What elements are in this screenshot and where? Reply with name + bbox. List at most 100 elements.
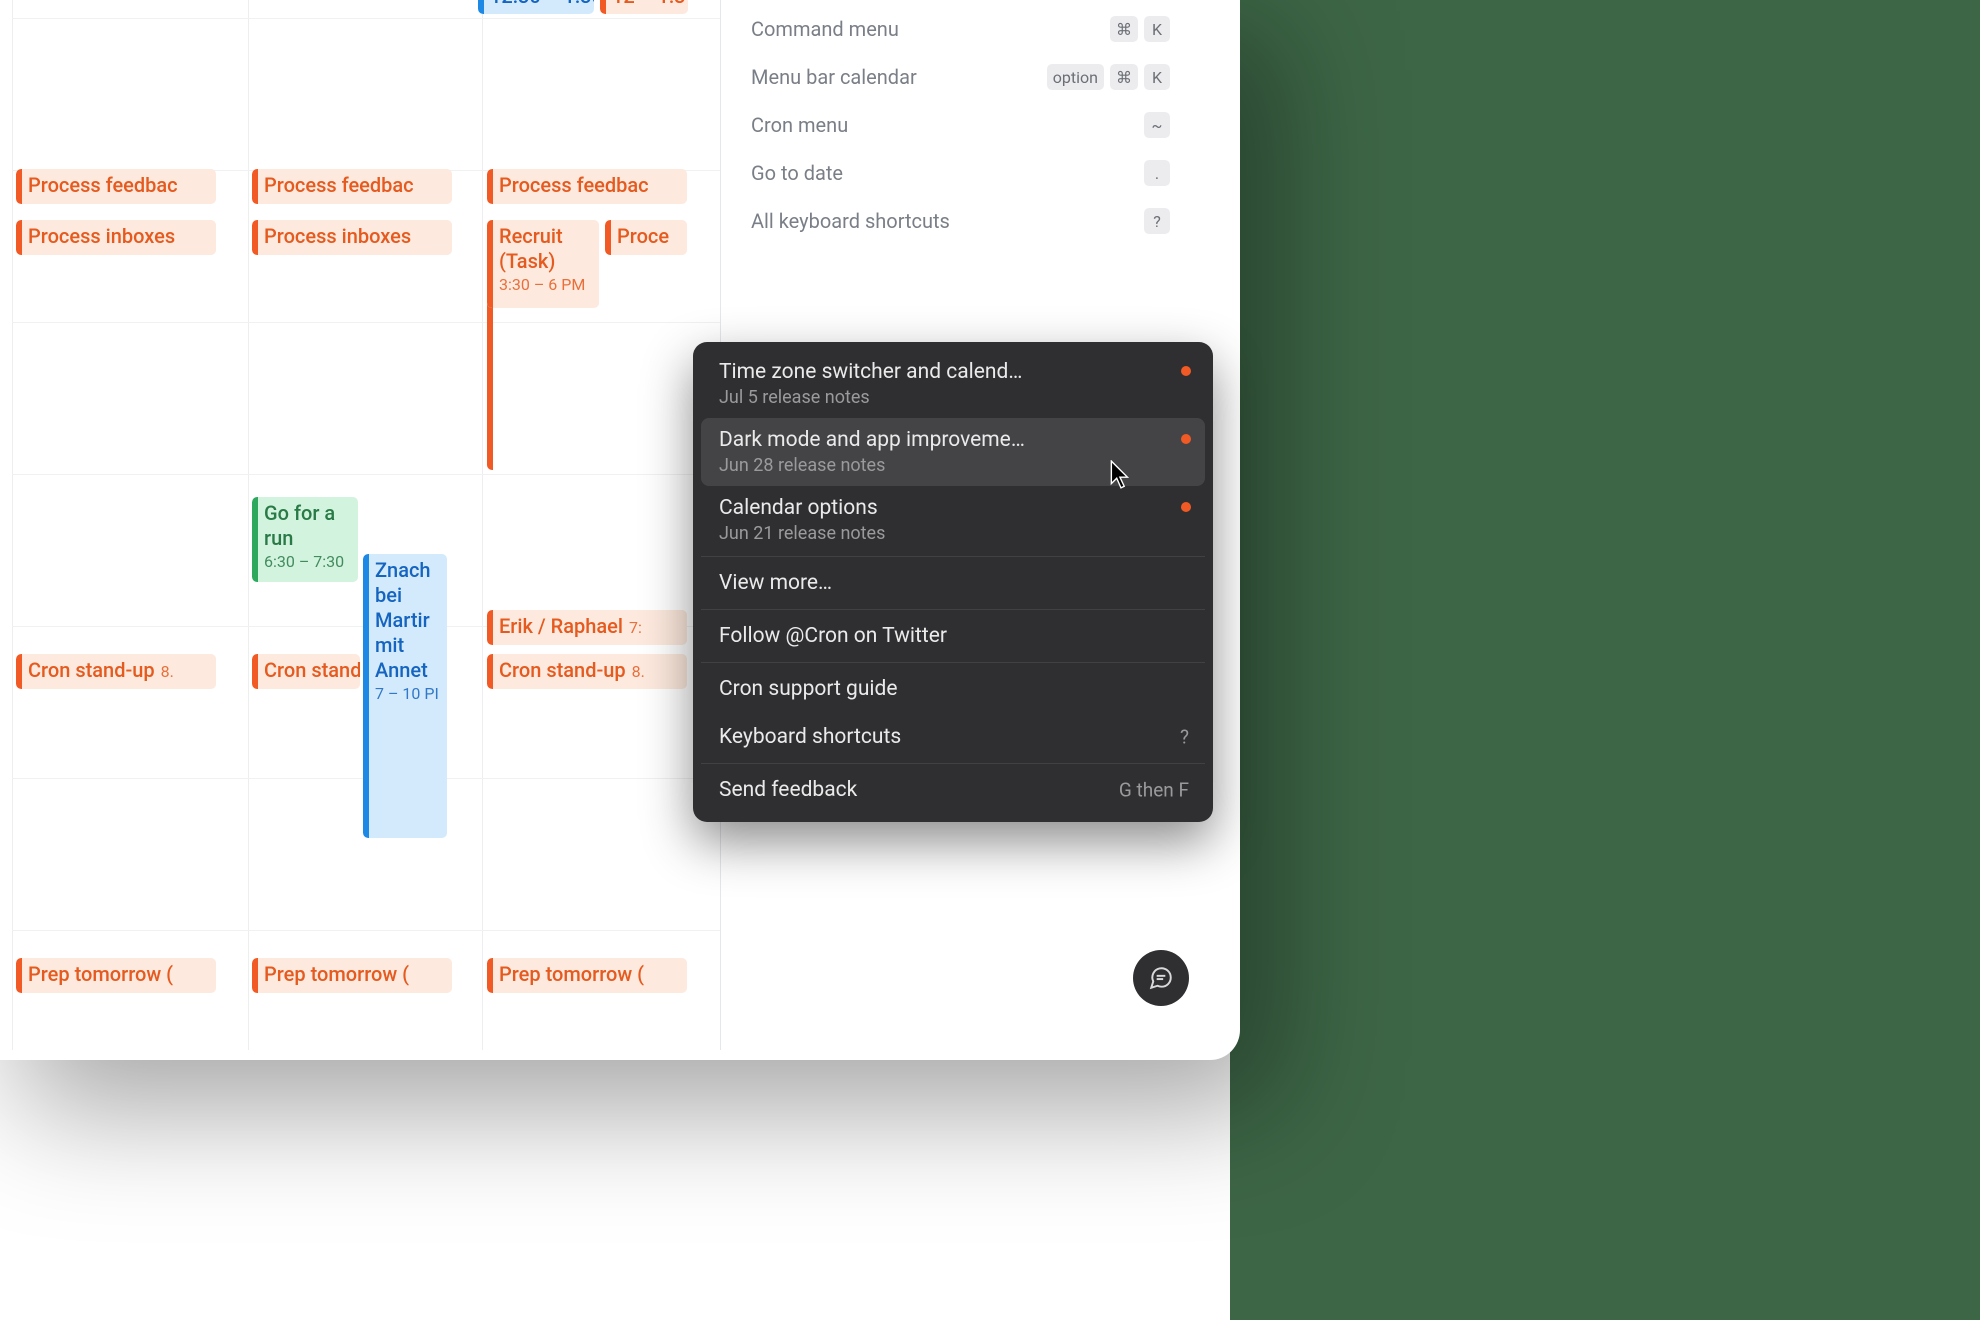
calendar-event[interactable]: Cron stand- — [252, 654, 360, 689]
link-label: Keyboard shortcuts — [719, 725, 1187, 749]
chat-icon — [1148, 965, 1174, 991]
calendar-event[interactable]: Process feedbac — [252, 169, 452, 204]
calendar-area: 12:30 – 1:30 12 – 1:3 Process feedbac Pro… — [0, 0, 720, 1050]
shortcut-row[interactable]: All keyboard shortcuts? — [751, 197, 1170, 245]
calendar-event[interactable]: Process inboxes — [252, 220, 452, 255]
event-accent — [363, 554, 369, 838]
release-title: Dark mode and app improveme… — [719, 428, 1165, 452]
event-title: Znach bei Martir mit Annet — [375, 558, 439, 683]
release-subtitle: Jun 28 release notes — [719, 455, 1165, 476]
key: ? — [1144, 208, 1170, 234]
event-title: 12 – 1:3 — [612, 0, 686, 8]
shortcut-keys: ⌘K — [1110, 16, 1170, 42]
event-accent — [252, 654, 258, 689]
calendar-event[interactable]: Prep tomorrow ( — [16, 958, 216, 993]
release-note-item[interactable]: Time zone switcher and calend… Jul 5 rele… — [701, 350, 1205, 418]
shortcut-row[interactable]: Command menu⌘K — [751, 5, 1170, 53]
calendar-event[interactable]: Proce — [605, 220, 687, 255]
event-title: Cron stand-up — [28, 658, 155, 682]
shortcut-keys: option⌘K — [1047, 64, 1170, 90]
calendar-event[interactable]: Process inboxes — [16, 220, 216, 255]
release-notes-group: Time zone switcher and calend… Jul 5 rele… — [701, 350, 1205, 554]
event-accent — [487, 169, 493, 204]
event-title: Process feedbac — [499, 173, 649, 197]
event-title: Recruit (Task) — [499, 224, 591, 274]
release-subtitle: Jun 21 release notes — [719, 523, 1165, 544]
cursor-icon — [1110, 460, 1132, 490]
event-title: Prep tomorrow ( — [499, 962, 644, 986]
shortcut-keys: . — [1144, 160, 1170, 186]
hour-line — [12, 930, 720, 931]
shortcut-row[interactable]: Cron menu~ — [751, 101, 1170, 149]
event-accent — [487, 654, 493, 689]
link-hint: ? — [1180, 726, 1189, 749]
calendar-event[interactable]: Erik / Raphael7: — [487, 610, 687, 645]
event-title: Process inboxes — [28, 224, 175, 248]
chat-fab[interactable] — [1133, 950, 1189, 1006]
calendar-event[interactable]: Znach bei Martir mit Annet7 – 10 PI — [363, 554, 447, 838]
event-accent — [478, 0, 484, 14]
shortcut-label: Menu bar calendar — [751, 65, 1047, 89]
event-title: Process feedbac — [264, 173, 414, 197]
shortcut-row[interactable]: Menu bar calendaroption⌘K — [751, 53, 1170, 101]
event-accent — [252, 958, 258, 993]
calendar-event[interactable]: Cron stand-up 8. — [16, 654, 216, 689]
event-time: 6:30 – 7:30 — [264, 552, 350, 572]
keyboard-shortcuts-link[interactable]: Keyboard shortcuts ? — [701, 713, 1205, 761]
event-time: 7 – 10 PI — [375, 684, 439, 704]
event-title: Erik / Raphael — [499, 614, 623, 638]
event-accent — [252, 169, 258, 204]
event-title: Process feedbac — [28, 173, 178, 197]
calendar-event[interactable]: Process feedbac — [487, 169, 687, 204]
event-accent — [487, 220, 493, 308]
key: ~ — [1144, 112, 1170, 138]
popover-group: View more… — [701, 556, 1205, 607]
link-label: Send feedback — [719, 778, 1187, 802]
link-label: Follow @Cron on Twitter — [719, 624, 1187, 648]
key: ⌘ — [1110, 64, 1138, 90]
release-note-item[interactable]: Calendar options Jun 21 release notes — [701, 486, 1205, 554]
key: K — [1144, 64, 1170, 90]
calendar-event[interactable]: Go for a run6:30 – 7:30 — [252, 497, 358, 582]
event-time: 3:30 – 6 PM — [499, 275, 591, 295]
send-feedback-link[interactable]: Send feedback G then F — [701, 766, 1205, 814]
popover-group: Cron support guide Keyboard shortcuts ? — [701, 662, 1205, 761]
calendar-event[interactable]: Recruit (Task)3:30 – 6 PM — [487, 220, 599, 308]
event-accent — [16, 169, 22, 204]
event-accent — [487, 958, 493, 993]
shortcut-label: All keyboard shortcuts — [751, 209, 1144, 233]
release-title: Time zone switcher and calend… — [719, 360, 1165, 384]
calendar-event[interactable]: Cron stand-up8. — [487, 654, 687, 689]
event-title: Prep tomorrow ( — [28, 962, 173, 986]
calendar-event[interactable]: Prep tomorrow ( — [252, 958, 452, 993]
calendar-event[interactable]: Process feedbac — [16, 169, 216, 204]
shortcut-label: Cron menu — [751, 113, 1144, 137]
follow-twitter-link[interactable]: Follow @Cron on Twitter — [701, 612, 1205, 660]
event-header-blue[interactable]: 12:30 – 1:30 — [478, 0, 594, 14]
link-hint: G then F — [1119, 779, 1189, 802]
event-header-orange[interactable]: 12 – 1:3 — [600, 0, 688, 14]
key: option — [1047, 64, 1104, 90]
event-title: Process inboxes — [264, 224, 411, 248]
event-title: Cron stand-up — [499, 658, 626, 682]
event-accent — [16, 958, 22, 993]
unread-dot-icon — [1181, 502, 1191, 512]
event-accent — [16, 654, 22, 689]
release-title: Calendar options — [719, 496, 1165, 520]
whats-new-popover: Time zone switcher and calend… Jul 5 rele… — [693, 342, 1213, 822]
unread-dot-icon — [1181, 366, 1191, 376]
hour-line — [12, 474, 720, 475]
view-more-link[interactable]: View more… — [701, 559, 1205, 607]
backdrop — [1230, 0, 1980, 1320]
popover-group: Follow @Cron on Twitter — [701, 609, 1205, 660]
day-separator — [12, 0, 13, 1050]
day-separator — [248, 0, 249, 1050]
support-guide-link[interactable]: Cron support guide — [701, 665, 1205, 713]
event-accent — [252, 220, 258, 255]
shortcut-row[interactable]: Go to date. — [751, 149, 1170, 197]
event-time: 8. — [161, 662, 174, 681]
event-accent — [252, 497, 258, 582]
release-subtitle: Jul 5 release notes — [719, 387, 1165, 408]
day-separator — [482, 0, 483, 1050]
calendar-event[interactable]: Prep tomorrow ( — [487, 958, 687, 993]
